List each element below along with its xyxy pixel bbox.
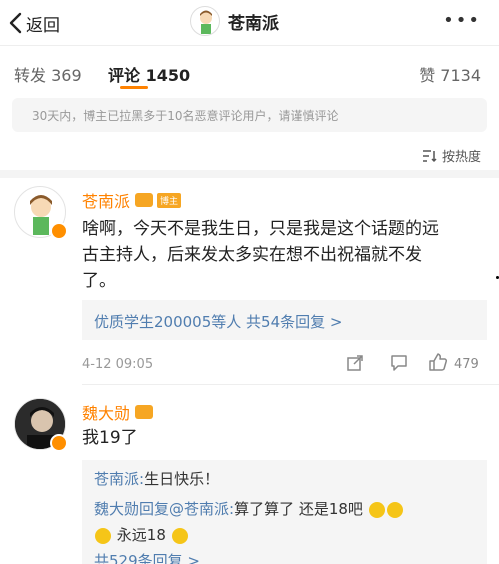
- avatar[interactable]: [14, 398, 68, 452]
- emoji-icon: [171, 527, 188, 544]
- tab-repost[interactable]: 转发 369: [14, 62, 82, 86]
- chevron-left-icon: [9, 12, 22, 34]
- tabs-bar: 转发 369 评论 1450 赞 7134: [0, 50, 499, 94]
- comment-divider: [82, 384, 499, 385]
- reply-author[interactable]: 魏大勋回复: [94, 500, 169, 518]
- author-name[interactable]: 魏大勋: [82, 400, 130, 424]
- more-icon[interactable]: •••: [443, 10, 481, 31]
- reply-summary-box[interactable]: 优质学生200005等人 共54条回复 >: [82, 300, 487, 340]
- comment-line: 了。: [82, 271, 116, 291]
- emoji-icon: [95, 527, 111, 544]
- tab-underline: [120, 86, 148, 89]
- tab-like[interactable]: 赞 7134: [419, 62, 481, 86]
- comment-content: 我19了: [82, 428, 138, 448]
- like-count: 479: [454, 357, 479, 372]
- emoji-icon: [386, 501, 403, 518]
- reply-text: 算了算了 还是18吧: [234, 500, 363, 518]
- comment-line: 啥啊，今天不是我生日，只是我是这个话题的远: [82, 219, 439, 239]
- sort-label: 按热度: [441, 150, 481, 165]
- reply-item[interactable]: 苍南派:生日快乐！: [94, 468, 219, 489]
- reply-item[interactable]: 魏大勋回复@苍南派:算了算了 还是18吧: [94, 498, 404, 519]
- member-crown-icon: [135, 405, 154, 419]
- reply-author[interactable]: 苍南派:: [94, 470, 144, 488]
- comment-author[interactable]: 苍南派 博主: [82, 188, 182, 212]
- share-icon[interactable]: [346, 354, 364, 372]
- author-name[interactable]: 苍南派: [82, 188, 130, 212]
- host-badge: 博主: [157, 192, 182, 208]
- reply-text: 生日快乐！: [144, 470, 220, 488]
- comment-content: 啥啊，今天不是我生日，只是我是这个话题的远 古主持人，后来发太多实在想不出祝福就…: [82, 216, 439, 294]
- back-button[interactable]: 返回: [8, 9, 60, 37]
- reply-summary[interactable]: 优质学生200005等人 共54条回复 >: [94, 311, 342, 332]
- comment-line: 古主持人，后来发太多实在想不出祝福就不发: [82, 245, 422, 265]
- member-crown-icon: [135, 193, 154, 207]
- reply-box[interactable]: 苍南派:生日快乐！ 魏大勋回复@苍南派:算了算了 还是18吧 永远18 共529…: [82, 460, 487, 564]
- comment-time: 4-12 09:05: [82, 357, 154, 372]
- title-avatar[interactable]: [190, 6, 220, 36]
- reply-mention[interactable]: @苍南派:: [169, 500, 234, 518]
- comment-icon[interactable]: [390, 354, 408, 372]
- title-text: 苍南派: [228, 13, 279, 34]
- verified-badge-icon: [50, 222, 68, 240]
- reply-more[interactable]: 共529条回复 >: [94, 550, 200, 564]
- top-bar: 返回 苍南派 •••: [0, 0, 499, 46]
- back-label: 返回: [26, 15, 60, 36]
- avatar[interactable]: [14, 186, 68, 240]
- emoji-icon: [368, 501, 385, 518]
- tab-comment[interactable]: 评论 1450: [108, 62, 190, 86]
- comment-author[interactable]: 魏大勋: [82, 400, 154, 424]
- verified-badge-icon: [50, 434, 68, 452]
- reply-text: 永远18: [116, 526, 166, 544]
- blacklist-notice: 30天内，博主已拉黑多于10名恶意评论用户，请谨慎评论: [12, 98, 487, 132]
- sort-button[interactable]: 按热度: [422, 146, 481, 165]
- sort-icon: [422, 149, 437, 162]
- like-icon[interactable]: [428, 352, 448, 372]
- section-divider: [0, 170, 499, 178]
- page-title: 苍南派: [190, 6, 279, 36]
- reply-item[interactable]: 永远18: [94, 524, 189, 545]
